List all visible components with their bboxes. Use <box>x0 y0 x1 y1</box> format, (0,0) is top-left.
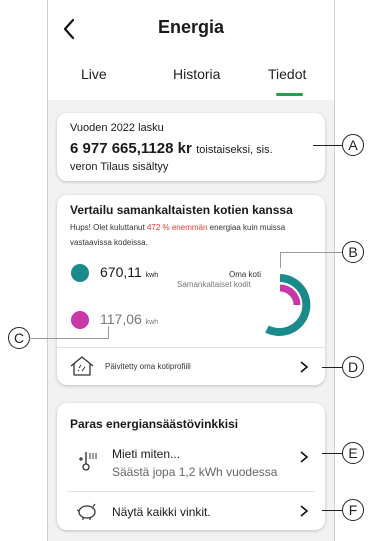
chevron-right-icon <box>300 505 309 517</box>
callout-d: D <box>342 356 364 378</box>
tips-card: Paras energiansäästövinkkisi Mieti miten… <box>57 403 325 530</box>
message-prefix: Hups! Olet kuluttanut <box>70 223 147 232</box>
tip-title: Mieti miten... <box>112 447 181 461</box>
home-profile-row[interactable]: Päivitetty oma kotiprofiili <box>57 348 325 385</box>
callout-f-line <box>322 510 342 511</box>
tips-title: Paras energiansäästövinkkisi <box>70 417 239 431</box>
comparison-title: Vertailu samankaltaisten kotien kanssa <box>70 203 293 217</box>
own-home-dot <box>71 264 89 282</box>
callout-c: C <box>8 327 30 349</box>
tip-row[interactable]: Mieti miten... Säästä jopa 1,2 kWh vuode… <box>57 439 325 489</box>
phone-screen: Energia Live Historia Tiedot Vuoden 2022… <box>47 0 335 541</box>
comparison-card: Vertailu samankaltaisten kotien kanssa H… <box>57 195 325 385</box>
similar-homes-value-line: 117,06 kwh <box>100 311 158 327</box>
message-highlight: 472 % enemmän <box>146 223 208 232</box>
bill-amount-line: 6 977 665,1128 kr toistaiseksi, sis. <box>70 140 273 158</box>
callout-b-line <box>280 252 342 253</box>
bill-amount: 6 977 665,1128 kr <box>70 140 192 157</box>
own-home-value-line: 670,11 kwh <box>100 264 158 280</box>
chevron-right-icon <box>300 361 309 373</box>
bill-suffix: toistaiseksi, sis. <box>196 144 273 156</box>
callout-a: A <box>342 134 364 156</box>
own-home-value: 670,11 <box>100 264 142 280</box>
piggy-bank-icon <box>76 503 96 520</box>
callout-c-line-vertical <box>108 326 109 339</box>
callout-a-line <box>313 145 343 146</box>
home-profile-label: Päivitetty oma kotiprofiili <box>105 362 191 371</box>
bill-card: Vuoden 2022 lasku 6 977 665,1128 kr tois… <box>57 113 325 181</box>
tab-live[interactable]: Live <box>81 66 107 82</box>
comparison-message-line2: vastaavissa kodeissa. <box>70 238 148 247</box>
all-tips-row[interactable]: Näytä kaikki vinkit. <box>57 492 325 530</box>
similar-homes-value: 117,06 <box>100 311 142 327</box>
home-icon <box>70 356 94 376</box>
bill-note: veron Tilaus sisältyy <box>70 161 169 173</box>
similar-homes-unit: kwh <box>145 319 159 326</box>
tab-historia[interactable]: Historia <box>173 66 220 82</box>
page-title: Energia <box>157 17 225 37</box>
comparison-ring-chart <box>265 274 311 336</box>
all-tips-label: Näytä kaikki vinkit. <box>112 505 211 519</box>
similar-homes-arc <box>279 284 301 306</box>
callout-c-line <box>29 338 109 339</box>
chevron-right-icon <box>300 451 309 463</box>
tip-subtitle: Säästä jopa 1,2 kWh vuodessa <box>112 465 278 479</box>
callout-d-line <box>322 367 342 368</box>
active-tab-indicator <box>276 93 303 96</box>
thermostat-icon <box>79 452 97 471</box>
bill-title: Vuoden 2022 lasku <box>70 122 164 134</box>
app-header: Energia Live Historia Tiedot <box>48 0 334 100</box>
callout-e: E <box>342 442 364 464</box>
message-suffix: energiaa kuin muissa <box>207 223 286 232</box>
callout-b: B <box>342 241 364 263</box>
own-home-unit: kwh <box>145 272 159 279</box>
similar-homes-label: Samankaltaiset kodit <box>177 280 251 289</box>
callout-e-line <box>322 453 342 454</box>
similar-homes-dot <box>71 311 89 329</box>
callout-b-line-vertical <box>280 252 281 268</box>
tab-tiedot[interactable]: Tiedot <box>268 66 306 82</box>
callout-f: F <box>342 499 364 521</box>
comparison-message: Hups! Olet kuluttanut 472 % enemmän ener… <box>70 223 285 232</box>
